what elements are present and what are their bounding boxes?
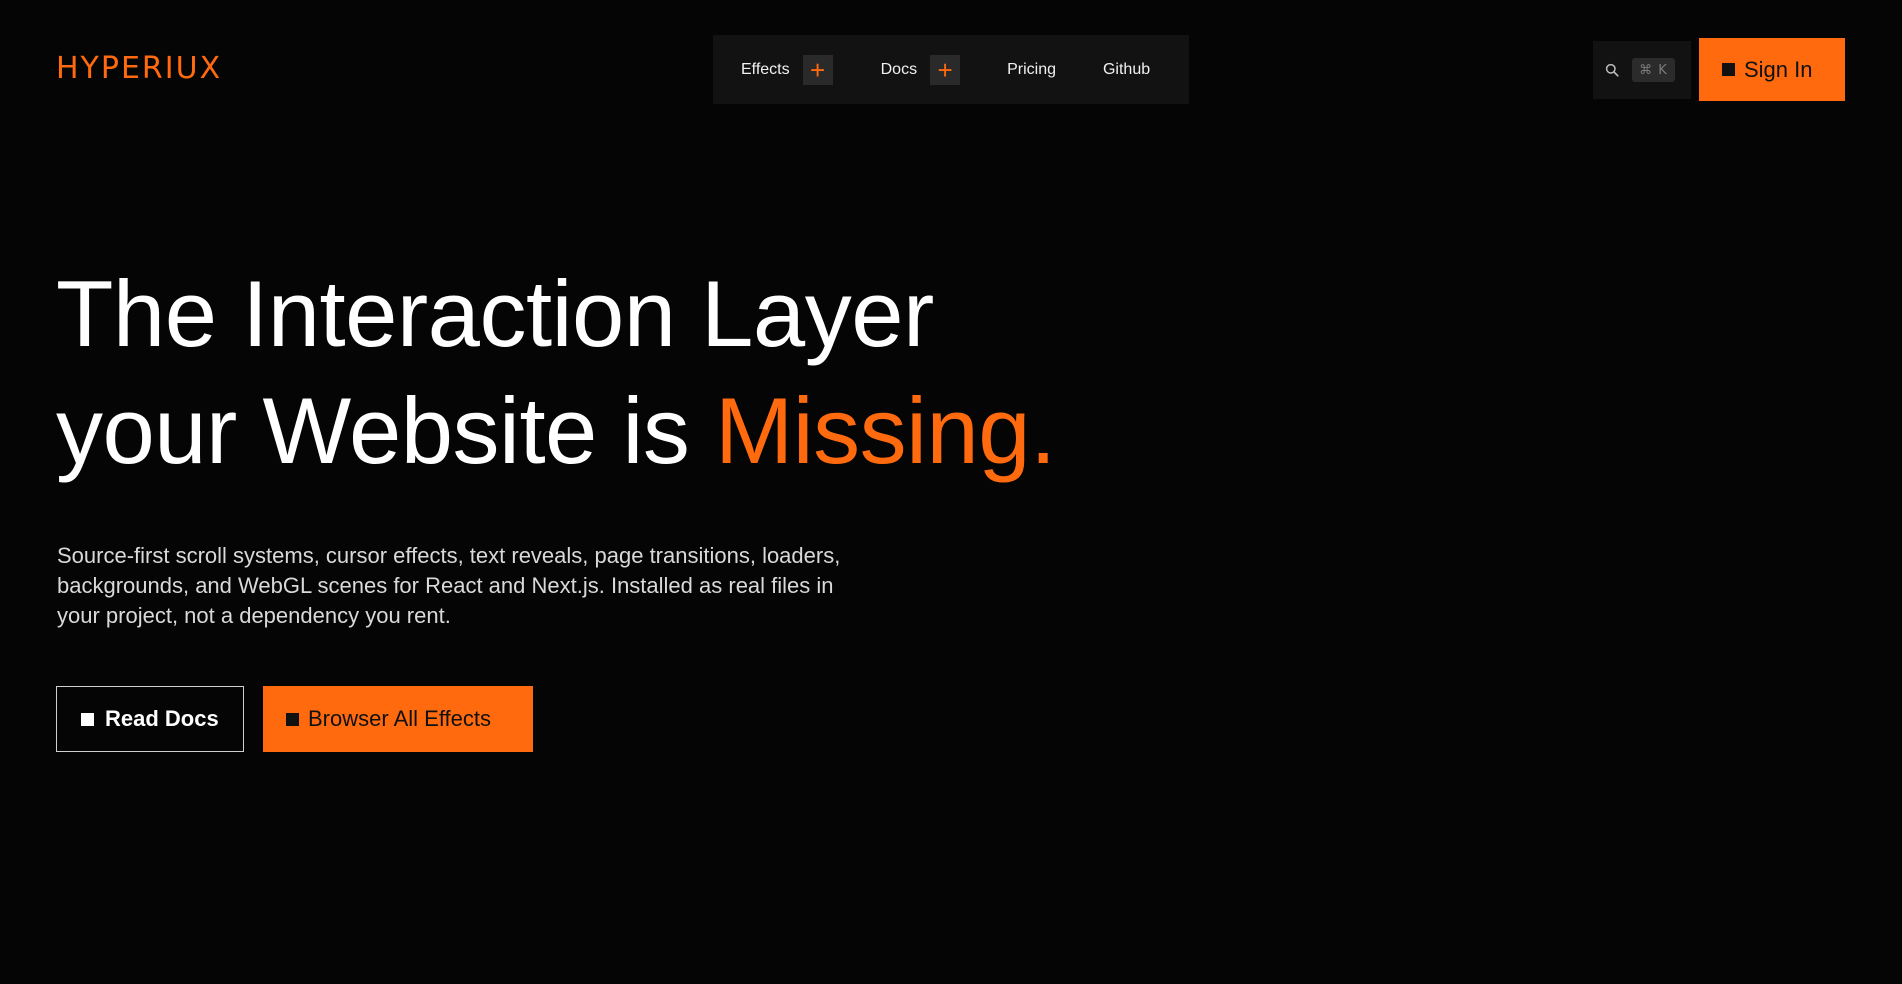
sign-in-button[interactable]: Sign In (1699, 38, 1845, 101)
search-icon (1605, 63, 1619, 77)
keyboard-shortcut-badge: ⌘ K (1632, 58, 1675, 82)
nav-item-label[interactable]: Docs (881, 60, 917, 80)
read-docs-label: Read Docs (105, 706, 219, 731)
plus-icon[interactable]: + (802, 54, 833, 85)
nav-item-docs[interactable]: Docs + (881, 54, 961, 85)
hero-title-line2-prefix: your Website is (56, 378, 715, 483)
nav-item-pricing[interactable]: Pricing (1007, 60, 1056, 80)
square-icon (81, 712, 94, 726)
sign-in-label: Sign In (1744, 56, 1813, 82)
brand-logo[interactable]: HYPERIUX (56, 52, 222, 86)
nav-item-effects[interactable]: Effects + (741, 54, 833, 85)
square-icon (1722, 63, 1735, 76)
hero-description: Source-first scroll systems, cursor effe… (57, 543, 841, 628)
search-button[interactable]: ⌘ K (1593, 41, 1691, 99)
nav-item-github[interactable]: Github (1103, 60, 1150, 80)
nav-item-label[interactable]: Effects (741, 60, 790, 80)
hero-title-line1: The Interaction Layer (56, 261, 934, 366)
browse-effects-label: Browser All Effects (308, 706, 491, 731)
read-docs-button[interactable]: Read Docs (56, 686, 244, 752)
main-nav: Effects + Docs + Pricing Github (713, 35, 1189, 104)
nav-item-label[interactable]: Pricing (1007, 60, 1056, 80)
landing-page: HYPERIUX Effects + Docs + Pricing Github… (0, 0, 1902, 984)
square-icon (286, 712, 299, 726)
browse-effects-button[interactable]: Browser All Effects (263, 686, 533, 752)
nav-item-label[interactable]: Github (1103, 60, 1150, 80)
plus-icon[interactable]: + (930, 54, 961, 85)
hero-title-accent: Missing. (714, 378, 1056, 483)
hero-title: The Interaction Layer your Website is Mis… (56, 255, 1056, 489)
